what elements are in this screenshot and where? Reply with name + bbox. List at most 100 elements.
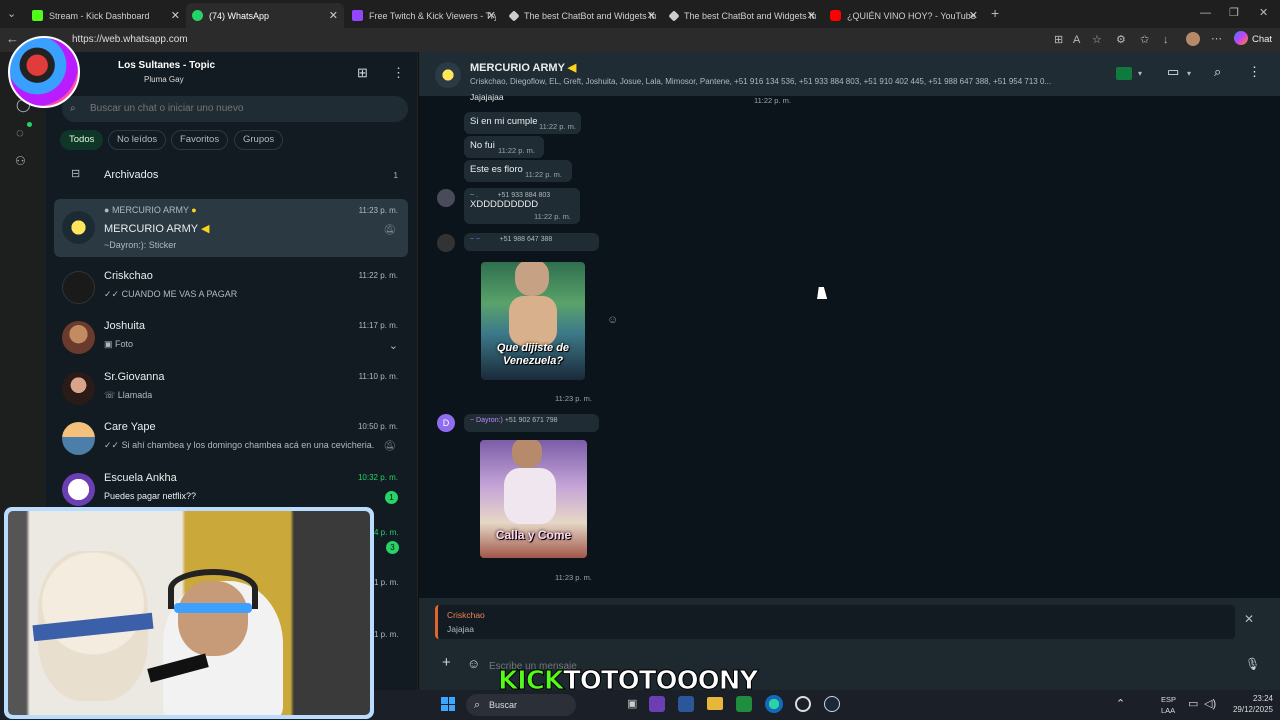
downloads-icon[interactable]: ↓ <box>1163 34 1169 46</box>
close-tab-icon[interactable]: ✕ <box>647 9 656 22</box>
filter-grupos[interactable]: Grupos <box>234 130 284 150</box>
message-time: 11:23 p. m. <box>555 394 592 403</box>
url-field[interactable]: https://web.whatsapp.com <box>72 34 188 45</box>
profile-avatar[interactable] <box>1186 32 1200 46</box>
group-avatar[interactable] <box>435 62 461 88</box>
message-text: XDDDDDDDDD <box>470 199 539 210</box>
chat-row-criskchao[interactable]: Criskchao ✓✓ CUANDO ME VAS A PAGAR 11:22… <box>54 263 408 313</box>
close-tab-icon[interactable]: ✕ <box>329 9 338 22</box>
tab-free-viewers[interactable]: Free Twitch & Kick Viewers - Try 1: ✕ <box>346 3 502 28</box>
close-reply-icon[interactable]: ✕ <box>1244 613 1254 625</box>
chat-row-sr-giovanna[interactable]: Sr.Giovanna ☏ Llamada 11:10 p. m. <box>54 364 408 414</box>
menu-dots-icon[interactable]: ⋮ <box>1248 65 1261 78</box>
task-view-icon[interactable]: ▣ <box>627 698 637 710</box>
close-tab-icon[interactable]: ✕ <box>807 9 816 22</box>
clock-time[interactable]: 23:24 <box>1227 694 1273 703</box>
chat-row-care-yape[interactable]: Care Yape ✓✓ Si ahí chambea y los doming… <box>54 414 408 464</box>
message-bubble[interactable]: No fui 11:22 p. m. <box>464 136 544 158</box>
chat-name: Sr.Giovanna <box>104 371 165 383</box>
taskbar-search-box[interactable]: ⌕ Buscar <box>466 694 576 716</box>
copilot-icon[interactable] <box>1234 31 1248 45</box>
quoted-sender: Criskchao <box>447 610 485 620</box>
close-tab-icon[interactable]: ✕ <box>969 9 978 22</box>
extensions-icon[interactable]: ⚙ <box>1116 34 1126 46</box>
message-bubble[interactable]: Si en mi cumple 11:22 p. m. <box>464 112 581 134</box>
chat-button[interactable]: Chat <box>1252 34 1272 46</box>
message-time: 11:22 p. m. <box>534 212 571 221</box>
filter-todos[interactable]: Todos <box>60 130 104 150</box>
new-chat-icon[interactable]: ⊞ <box>357 66 368 79</box>
status-icon[interactable]: ◌ <box>16 126 24 139</box>
group-title: MERCURIO ARMY ◀ <box>470 61 576 74</box>
start-menu-icon[interactable] <box>441 697 455 711</box>
app-icon[interactable] <box>649 696 665 712</box>
communities-icon[interactable]: ⚇ <box>15 155 26 167</box>
language-code[interactable]: ESP <box>1161 695 1176 704</box>
chat-preview: ▣ Foto <box>104 339 134 349</box>
message-bubble[interactable]: Este es floro 11:22 p. m. <box>464 160 572 182</box>
search-chat-input[interactable] <box>62 96 408 122</box>
chevron-down-icon[interactable]: ▾ <box>1138 68 1142 80</box>
sticker-image[interactable]: Que dijiste de Venezuela? <box>481 262 585 380</box>
back-arrow-icon[interactable]: ← <box>6 32 19 45</box>
restore-icon[interactable]: ❐ <box>1229 7 1239 19</box>
favorites-icon[interactable]: ✩ <box>1140 34 1149 46</box>
clock-date[interactable]: 29/12/2025 <box>1223 705 1273 714</box>
quoted-message[interactable]: Criskchao Jajajaa <box>435 605 1235 639</box>
sender-avatar[interactable] <box>437 189 455 207</box>
menu-dots-icon[interactable]: ⋮ <box>392 66 405 79</box>
chat-row-joshuita[interactable]: Joshuita ▣ Foto 11:17 p. m. ⌄ <box>54 313 408 363</box>
chevron-down-icon[interactable]: ⌄ <box>389 340 398 352</box>
microphone-icon[interactable]: 🎙︎ <box>1245 658 1260 670</box>
filter-favoritos[interactable]: Favoritos <box>171 130 229 150</box>
tab-chatbot-1[interactable]: The best ChatBot and Widgets for ✕ <box>504 3 662 28</box>
avatar <box>62 473 95 506</box>
browser-address-bar: ← https://web.whatsapp.com ⊞ A ☆ ⚙ ✩ ↓ ⋯… <box>0 28 1280 52</box>
tab-whatsapp[interactable]: (74) WhatsApp ✕ <box>186 3 344 28</box>
volume-icon[interactable]: ◁) <box>1204 698 1216 710</box>
megaphone-icon: ◀ <box>567 62 577 74</box>
chevron-down-icon[interactable]: ▾ <box>1187 68 1191 80</box>
network-icon[interactable]: ▭ <box>1188 698 1198 710</box>
sticker-face <box>515 262 549 296</box>
sender-avatar[interactable]: D <box>437 414 455 432</box>
close-tab-icon[interactable]: ✕ <box>487 9 496 22</box>
minimize-icon[interactable]: — <box>1200 7 1211 19</box>
filter-no-leidos[interactable]: No leídos <box>108 130 167 150</box>
sender-avatar[interactable] <box>437 234 455 252</box>
favorite-star-icon[interactable]: ☆ <box>1092 34 1102 46</box>
message-bubble[interactable]: ~ . +51 933 884 803 XDDDDDDDDD 11:22 p. … <box>464 188 580 224</box>
word-icon[interactable] <box>678 696 694 712</box>
chat-row-mercurio-army[interactable]: ● MERCURIO ARMY ● MERCURIO ARMY ◀ ~Dayro… <box>54 199 408 257</box>
mouse-cursor <box>817 287 829 299</box>
tab-list-chevron-icon[interactable]: ⌄ <box>7 8 16 20</box>
archived-row[interactable]: ⊟ Archivados 1 <box>54 160 408 188</box>
obs-icon[interactable] <box>795 696 811 712</box>
steam-icon[interactable] <box>824 696 840 712</box>
read-aloud-icon[interactable]: A <box>1073 34 1080 46</box>
tray-chevron-up-icon[interactable]: ⌃ <box>1116 698 1125 710</box>
tab-chatbot-2[interactable]: The best ChatBot and Widgets for ✕ <box>664 3 822 28</box>
more-menu-icon[interactable]: ⋯ <box>1211 33 1222 45</box>
conversation-header[interactable]: MERCURIO ARMY ◀ Criskchao, Diegoflow, EL… <box>419 52 1280 96</box>
window-close-icon[interactable]: ✕ <box>1259 7 1268 19</box>
sticker-image[interactable]: Calla y Come <box>480 440 587 558</box>
attach-plus-icon[interactable]: + <box>442 655 451 670</box>
excel-icon[interactable] <box>736 696 752 712</box>
close-tab-icon[interactable]: ✕ <box>171 9 180 22</box>
video-call-icon[interactable]: ▭ <box>1167 65 1179 78</box>
install-app-icon[interactable]: ⊞ <box>1054 34 1063 46</box>
react-emoji-icon[interactable]: ☺ <box>607 314 618 326</box>
file-explorer-icon[interactable] <box>707 697 723 710</box>
emoji-icon[interactable]: ☺ <box>467 657 480 670</box>
new-tab-plus-icon[interactable]: + <box>991 6 999 20</box>
channel-icon[interactable] <box>1116 67 1132 80</box>
search-icon[interactable]: ⌕ <box>1214 65 1221 78</box>
tab-youtube[interactable]: ¿QUIÉN VINO HOY? - YouTube ✕ <box>824 3 984 28</box>
sender-phone: +51 902 671 798 <box>504 417 558 424</box>
tab-kick-dashboard[interactable]: Stream - Kick Dashboard ✕ <box>26 3 186 28</box>
muted-bell-icon: 🔕︎ <box>383 441 396 452</box>
edge-icon[interactable] <box>765 695 783 713</box>
message-bubble[interactable]: Jajajajaa 11:22 p. m. <box>464 92 794 106</box>
keyboard-layout[interactable]: LAA <box>1161 706 1175 715</box>
